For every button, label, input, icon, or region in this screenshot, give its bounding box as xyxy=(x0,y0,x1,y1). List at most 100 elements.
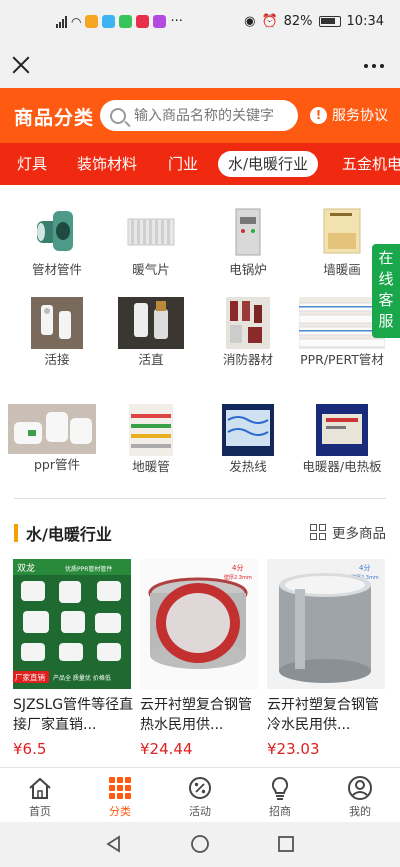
eye-icon: ◉ xyxy=(244,14,256,29)
category-item[interactable]: 暖气片 xyxy=(106,207,196,277)
product-name: 云开衬塑复合钢管热水民用供... xyxy=(140,697,252,733)
nav-label: 分类 xyxy=(109,805,131,818)
more-products-link[interactable]: 更多商品 xyxy=(310,522,386,542)
home-icon xyxy=(27,775,53,801)
category-item[interactable]: 消防器材 xyxy=(203,297,293,367)
nav-label: 我的 xyxy=(349,805,371,818)
percent-icon xyxy=(187,775,213,801)
nav-label: 招商 xyxy=(269,805,291,818)
product-size-sub: 壁厚2.3mm xyxy=(224,574,252,581)
product-name: SJZSLG管件等径直接厂家直销... xyxy=(13,697,134,733)
nav-category[interactable]: 分类 xyxy=(90,775,150,819)
electric-heater-image xyxy=(316,404,368,456)
nav-mine[interactable]: 我的 xyxy=(330,775,390,819)
category-label: ppr管件 xyxy=(33,457,80,472)
nav-activity[interactable]: 活动 xyxy=(170,775,230,819)
heating-wire-image xyxy=(222,404,274,456)
union-fitting-image xyxy=(31,297,83,349)
straight-union-image xyxy=(118,297,184,349)
category-item[interactable]: 管材管件 xyxy=(12,207,102,277)
tab-hardware[interactable]: 五金机电 xyxy=(342,152,400,176)
app-icon xyxy=(136,15,150,28)
section-title-marker xyxy=(14,524,18,542)
fire-equipment-image xyxy=(222,297,274,349)
product-name: 云开衬塑复合钢管冷水民用供... xyxy=(267,697,379,733)
product-price: ¥24.44 xyxy=(140,740,193,758)
info-icon: ! xyxy=(310,106,327,124)
product-image: 双龙 优质PPR管材管件 厂家直销 产品全 质量优 价格低 xyxy=(13,559,131,689)
search-box[interactable] xyxy=(100,100,298,131)
tab-water-heating[interactable]: 水/电暖行业 xyxy=(218,151,319,177)
category-label: 管材管件 xyxy=(31,262,82,277)
search-input[interactable] xyxy=(134,107,284,124)
category-item[interactable]: 地暖管 xyxy=(106,404,196,474)
product-card[interactable]: 4分 壁厚2.3mm 云开衬塑复合钢管热水民用供... ¥24.44 xyxy=(140,559,262,758)
app-icon xyxy=(119,15,133,28)
nav-label: 首页 xyxy=(29,805,51,818)
more-products-label: 更多商品 xyxy=(332,526,386,542)
boiler-image xyxy=(222,207,274,259)
tab-lamps[interactable]: 灯具 xyxy=(17,152,47,176)
product-image: 4分 壁厚2.3mm xyxy=(140,559,258,689)
product-brand-line: 优质PPR管材管件 xyxy=(65,565,112,573)
product-card[interactable]: 4分 壁厚2.3mm 云开衬塑复合钢管冷水民用供... ¥23.03 xyxy=(267,559,389,758)
system-nav-bar xyxy=(0,822,400,867)
wall-heater-image xyxy=(316,207,368,259)
ppr-fitting-image xyxy=(8,404,96,454)
back-icon[interactable] xyxy=(104,834,124,854)
category-label: 电暖器/电热板 xyxy=(302,459,382,474)
category-item[interactable]: ppr管件 xyxy=(8,404,102,472)
status-icons-right: ◉ ⏰ 82% 10:34 xyxy=(244,14,384,29)
home-circle-icon[interactable] xyxy=(190,834,210,854)
category-header: 商品分类 ! 服务协议 xyxy=(0,88,400,143)
section-divider xyxy=(14,498,386,499)
floor-heating-pipe-image xyxy=(125,404,177,456)
product-price: ¥6.5 xyxy=(13,740,47,758)
wifi-icon: ◠ xyxy=(71,14,82,29)
category-label: 暖气片 xyxy=(132,262,170,277)
page-logo: 商品分类 xyxy=(14,107,95,129)
section-title: 水/电暖行业 xyxy=(14,521,112,545)
category-label: 活接 xyxy=(44,352,70,367)
product-badge: 厂家直销 xyxy=(15,672,45,682)
product-image: 4分 壁厚2.3mm xyxy=(267,559,385,689)
browser-top-bar xyxy=(0,44,400,88)
search-icon xyxy=(110,107,126,124)
product-size-tag: 4分 xyxy=(359,563,370,572)
bottom-nav: 首页 分类 活动 招商 我的 xyxy=(0,767,400,822)
app-icon xyxy=(102,15,116,28)
recents-icon[interactable] xyxy=(276,834,296,854)
category-label: 发热线 xyxy=(229,459,267,474)
category-item[interactable]: 活直 xyxy=(106,297,196,367)
clock: 10:34 xyxy=(346,14,384,29)
product-price: ¥23.03 xyxy=(267,740,320,758)
user-icon xyxy=(347,775,373,801)
online-service-button[interactable]: 在线客服 xyxy=(372,244,400,338)
battery-percent: 82% xyxy=(283,14,313,29)
service-agreement-link[interactable]: ! 服务协议 xyxy=(310,105,388,125)
alarm-icon: ⏰ xyxy=(261,14,278,29)
nav-home[interactable]: 首页 xyxy=(10,775,70,819)
bulb-icon xyxy=(267,775,293,801)
radiator-image xyxy=(125,207,177,259)
category-label: 电锅炉 xyxy=(229,262,267,277)
more-menu-icon[interactable] xyxy=(364,64,384,68)
more-notifications-icon: ··· xyxy=(170,14,183,29)
category-label: PPR/PERT管材 xyxy=(300,352,384,367)
product-card[interactable]: 双龙 优质PPR管材管件 厂家直销 产品全 质量优 价格低 SJZSLG管件等径… xyxy=(13,559,135,758)
signal-icon xyxy=(56,15,67,28)
category-item[interactable]: 活接 xyxy=(12,297,102,367)
close-icon[interactable] xyxy=(10,54,32,76)
product-brand-text: 双龙 xyxy=(17,562,35,574)
category-item[interactable]: 电锅炉 xyxy=(203,207,293,277)
tab-doors[interactable]: 门业 xyxy=(168,152,198,176)
product-size-tag: 4分 xyxy=(232,563,243,572)
nav-investment[interactable]: 招商 xyxy=(250,775,310,819)
category-label: 地暖管 xyxy=(132,459,170,474)
category-item[interactable]: 发热线 xyxy=(203,404,293,474)
category-item[interactable]: 电暖器/电热板 xyxy=(297,404,387,474)
category-label: 消防器材 xyxy=(222,352,273,367)
tab-decoration[interactable]: 装饰材料 xyxy=(77,152,137,176)
section-title-text: 水/电暖行业 xyxy=(26,525,112,544)
category-tabs: 灯具 装饰材料 门业 水/电暖行业 五金机电 xyxy=(0,143,400,185)
